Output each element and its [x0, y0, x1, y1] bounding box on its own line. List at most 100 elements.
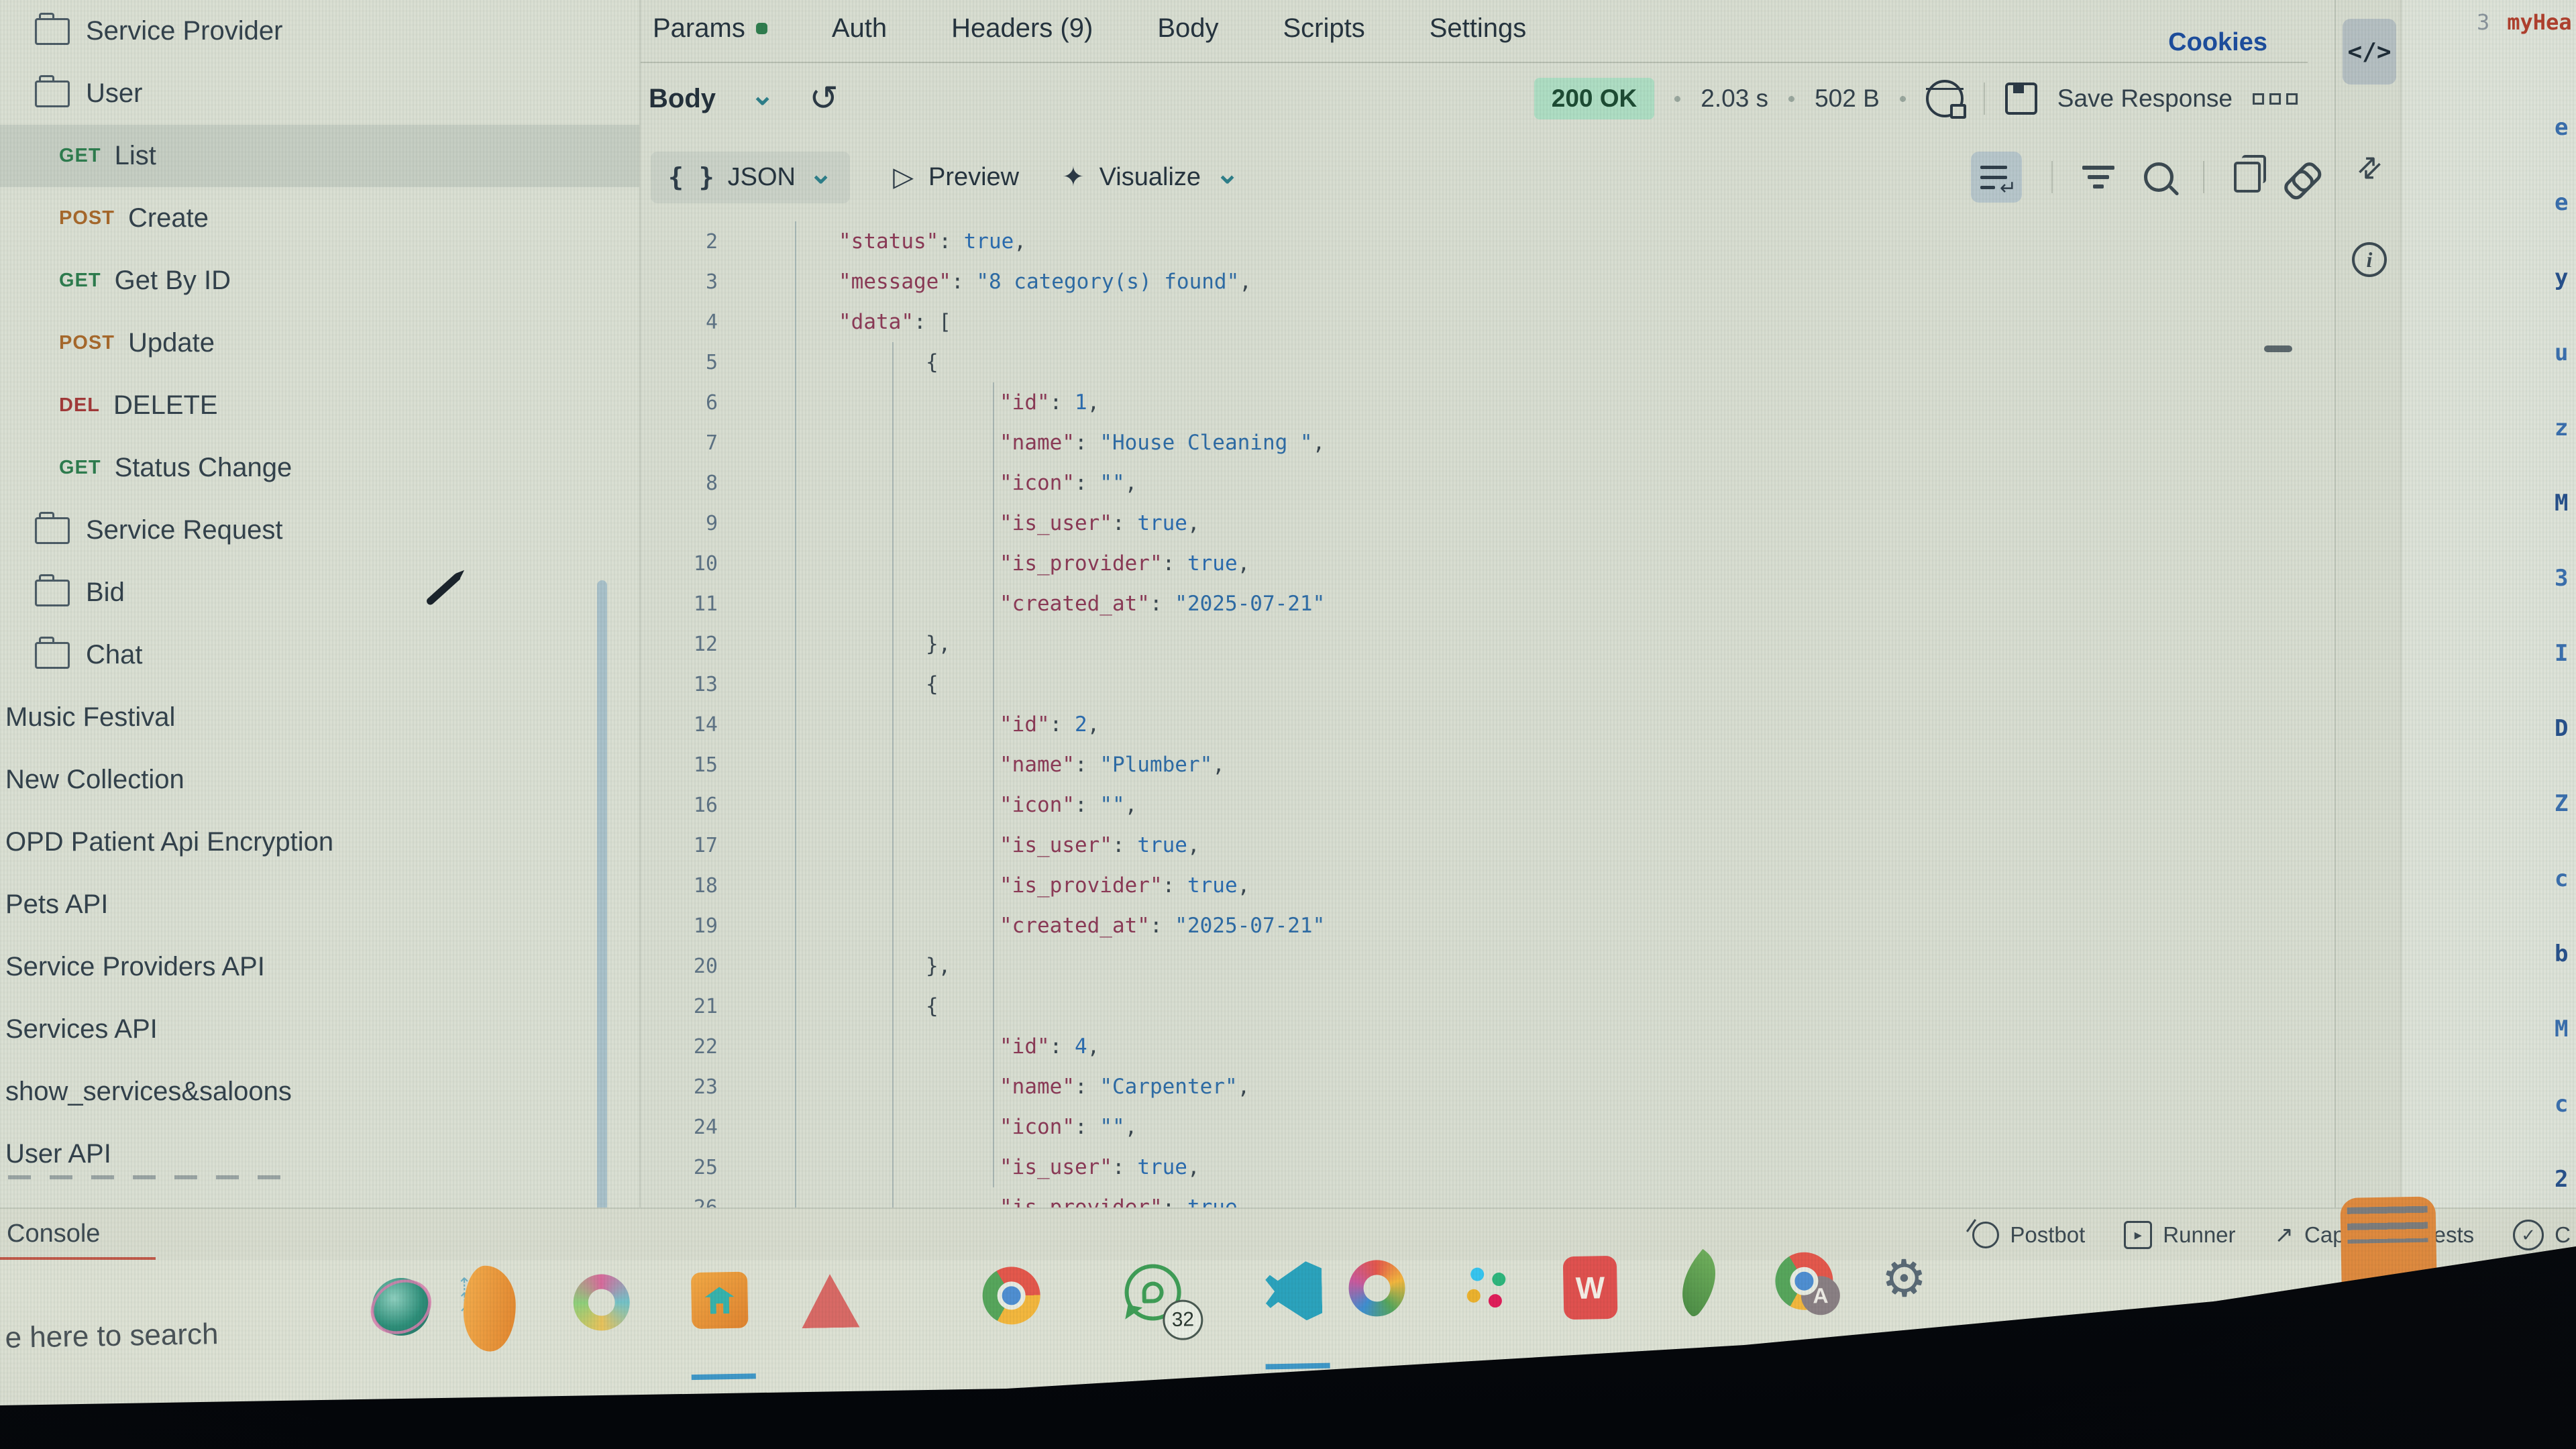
line-number: 16 [641, 794, 795, 817]
taskbar-icon-gear[interactable]: ⚙ [1881, 1250, 1944, 1313]
sidebar-item-chat[interactable]: Chat [0, 624, 641, 686]
sidebar-item-label: Service Provider [86, 16, 282, 46]
line-content: "status": true, [795, 229, 1026, 254]
line-number: 2 [641, 230, 795, 254]
visualize-icon: ✦ [1062, 162, 1085, 193]
code-line: 16"icon": "", [641, 785, 2334, 825]
sync-icon[interactable]: ⇄ [2343, 134, 2396, 200]
line-content: "name": "House Cleaning ", [795, 431, 1325, 455]
tab-params[interactable]: Params [653, 13, 767, 44]
taskbar-search[interactable]: e here to search [5, 1318, 219, 1355]
chevron-down-icon: ⌄ [809, 157, 833, 190]
line-content: "is_provider": true, [795, 551, 1250, 576]
sidebar-item-service-request[interactable]: Service Request [0, 499, 641, 561]
taskbar-icon-chrome-a[interactable]: A [1775, 1252, 1838, 1315]
taskbar-icon-triangle[interactable] [801, 1269, 864, 1332]
sidebar-item-delete[interactable]: DELDELETE [0, 374, 641, 437]
copy-icon[interactable] [2234, 162, 2261, 193]
response-view-label[interactable]: Body [649, 84, 716, 114]
save-response-button[interactable]: Save Response [2057, 85, 2233, 113]
code-line: 12}, [641, 624, 2334, 664]
line-content: }, [795, 632, 951, 656]
console-button[interactable]: Console [7, 1220, 100, 1248]
chevron-down-icon[interactable]: ⌄ [751, 78, 774, 111]
token-pun: : [1112, 1155, 1137, 1179]
token-pun: , [1125, 1115, 1138, 1139]
line-number: 3 [641, 270, 795, 294]
line-number: 7 [641, 431, 795, 455]
search-icon[interactable] [2144, 162, 2174, 192]
token-key: "name" [1000, 1075, 1075, 1099]
sidebar-item-status-change[interactable]: GETStatus Change [0, 437, 641, 499]
format-label: JSON [728, 163, 796, 192]
sidebar-item-show-services-saloons[interactable]: show_services&saloons [0, 1061, 641, 1123]
taskbar-icon-whatsapp[interactable]: 32 [1124, 1264, 1187, 1327]
code-snippet-button[interactable]: </> [2343, 19, 2396, 85]
sidebar-item-services-api[interactable]: Services API [0, 998, 641, 1061]
snippet-edge-char: M [2555, 1016, 2568, 1042]
line-number: 23 [641, 1075, 795, 1099]
token-num: 2 [1075, 712, 1087, 737]
preview-button[interactable]: ▷ Preview [893, 162, 1019, 193]
sidebar-item-service-provider[interactable]: Service Provider [0, 0, 641, 62]
token-pun: : [1075, 793, 1099, 817]
sidebar-item-create[interactable]: POSTCreate [0, 187, 641, 250]
network-info-icon[interactable] [1926, 80, 1964, 117]
tabs-divider [641, 62, 2308, 63]
sidebar-item-label: Service Request [86, 515, 282, 545]
sidebar-item-update[interactable]: POSTUpdate [0, 312, 641, 374]
response-body-viewer[interactable]: 2"status": true,3"message": "8 category(… [641, 221, 2334, 1208]
visualize-button[interactable]: ✦ Visualize ⌄ [1062, 161, 1239, 194]
collections-sidebar[interactable]: Service ProviderUserGETListPOSTCreateGET… [0, 0, 641, 1208]
sidebar-item-music-festival[interactable]: Music Festival [0, 686, 641, 749]
tab-settings[interactable]: Settings [1430, 13, 1527, 44]
tab-scripts[interactable]: Scripts [1283, 13, 1364, 44]
code-line: 25"is_user": true, [641, 1147, 2334, 1187]
taskbar-icon-slack[interactable] [1458, 1257, 1521, 1320]
line-content: "message": "8 category(s) found", [795, 270, 1252, 294]
token-pun: : [1150, 914, 1175, 938]
token-pun: , [1087, 1034, 1100, 1059]
taskbar-icon-globe[interactable] [372, 1277, 435, 1340]
token-key: "is_user" [1000, 833, 1112, 857]
code-line: 2"status": true, [641, 221, 2334, 262]
code-line: 23"name": "Carpenter", [641, 1067, 2334, 1107]
token-str: "Carpenter" [1099, 1075, 1237, 1099]
taskbar-icon-home[interactable] [691, 1271, 754, 1334]
cookies-link[interactable]: Cookies [2168, 28, 2267, 57]
json-code: 2"status": true,3"message": "8 category(… [641, 221, 2334, 1208]
taskbar-icon-swirl[interactable] [573, 1274, 636, 1337]
sidebar-item-list[interactable]: GETList [0, 125, 641, 187]
tab-body[interactable]: Body [1157, 13, 1218, 44]
token-pun: : [1150, 592, 1175, 616]
filter-icon[interactable] [2082, 163, 2114, 191]
format-selector[interactable]: { } JSON ⌄ [651, 152, 850, 203]
sidebar-item-opd-patient-api-encryption[interactable]: OPD Patient Api Encryption [0, 811, 641, 873]
taskbar-icon-vscode[interactable] [1265, 1261, 1328, 1324]
sidebar-item-new-collection[interactable]: New Collection [0, 749, 641, 811]
token-pun: : [1050, 1034, 1075, 1059]
tab-auth[interactable]: Auth [832, 13, 887, 44]
taskbar-icon-swirl2[interactable] [1348, 1259, 1411, 1322]
more-options-icon[interactable] [2253, 93, 2298, 105]
word-wrap-button[interactable]: ↵ [1971, 152, 2022, 203]
token-boo: true [1137, 1155, 1187, 1179]
taskbar-icon-wps[interactable]: W [1563, 1256, 1626, 1319]
response-scrollbar[interactable] [2264, 345, 2292, 352]
sidebar-item-user[interactable]: User [0, 62, 641, 125]
link-icon[interactable] [2284, 155, 2327, 199]
history-icon[interactable]: ↺ [809, 78, 839, 119]
sidebar-item-get-by-id[interactable]: GETGet By ID [0, 250, 641, 312]
sidebar-item-bid[interactable]: Bid [0, 561, 641, 624]
sidebar-item-pets-api[interactable]: Pets API [0, 873, 641, 936]
taskbar-icon-leaf[interactable] [1670, 1254, 1733, 1317]
sidebar-scrollbar[interactable] [597, 580, 607, 1224]
save-icon[interactable] [2005, 83, 2037, 115]
token-str: "" [1099, 471, 1124, 495]
info-icon[interactable]: i [2343, 227, 2396, 292]
sidebar-item-service-providers-api[interactable]: Service Providers API [0, 936, 641, 998]
taskbar-icon-blob[interactable] [463, 1276, 526, 1339]
token-key: "name" [1000, 431, 1075, 455]
taskbar-icon-chrome[interactable] [982, 1266, 1045, 1329]
tab-headers-9-[interactable]: Headers (9) [951, 13, 1093, 44]
